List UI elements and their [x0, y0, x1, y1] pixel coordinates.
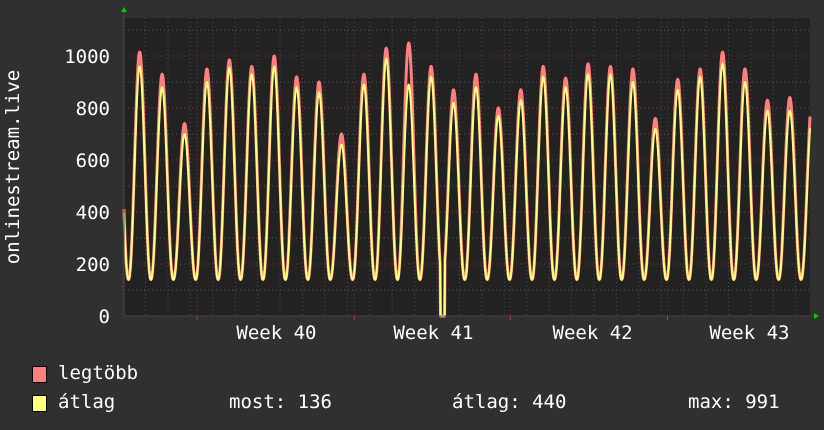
y-tick-label: 400	[76, 202, 110, 224]
y-tick-label: 200	[76, 254, 110, 276]
y-axis-label: onlinestream.live	[2, 70, 24, 264]
y-axis-arrow-icon	[121, 7, 127, 12]
x-tick-label: Week 41	[393, 322, 473, 344]
legend-swatch-avg	[32, 395, 47, 412]
stat-current: most: 136	[229, 391, 332, 413]
legend-label-avg: átlag	[58, 391, 116, 413]
x-axis-arrow-icon	[814, 313, 819, 319]
y-tick-label: 800	[76, 98, 110, 120]
stat-max: max: 991	[688, 391, 780, 413]
y-tick-label: 0	[99, 306, 110, 328]
stat-average: átlag: 440	[452, 391, 567, 413]
x-tick-label: Week 40	[236, 322, 316, 344]
legend-swatch-max	[32, 366, 47, 383]
x-tick-label: Week 42	[553, 322, 633, 344]
x-tick-label: Week 43	[709, 322, 789, 344]
y-tick-label: 600	[76, 150, 110, 172]
y-tick-label: 1000	[64, 46, 110, 68]
legend-label-max: legtöbb	[58, 362, 139, 384]
